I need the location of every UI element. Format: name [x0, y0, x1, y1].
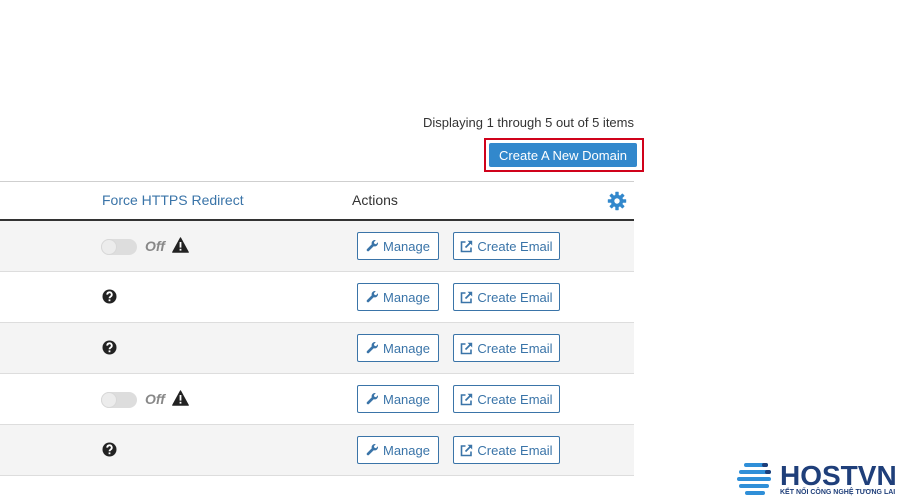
table-row: Off Manage Create Email: [0, 374, 634, 425]
manage-label: Manage: [383, 289, 430, 305]
manage-button[interactable]: Manage: [357, 385, 439, 413]
create-email-button[interactable]: Create Email: [453, 334, 560, 362]
globe-logo-icon: [737, 463, 771, 495]
table-row: Manage Create Email: [0, 323, 634, 374]
create-email-button[interactable]: Create Email: [453, 385, 560, 413]
create-email-label: Create Email: [477, 289, 553, 305]
question-circle-icon[interactable]: [102, 340, 117, 355]
wrench-icon: [366, 290, 378, 302]
wrench-icon: [366, 239, 378, 251]
https-redirect-toggle[interactable]: [101, 239, 137, 255]
table-row: Manage Create Email: [0, 425, 634, 476]
wrench-icon: [366, 341, 378, 353]
toggle-knob: [101, 392, 117, 408]
manage-button[interactable]: Manage: [357, 334, 439, 362]
create-domain-highlight: Create A New Domain: [484, 138, 644, 172]
manage-button[interactable]: Manage: [357, 436, 439, 464]
toggle-off-label: Off: [145, 238, 165, 254]
create-email-label: Create Email: [477, 391, 553, 407]
external-link-icon: [461, 444, 473, 456]
warning-icon[interactable]: [172, 237, 189, 253]
create-email-button[interactable]: Create Email: [453, 283, 560, 311]
external-link-icon: [461, 393, 473, 405]
create-email-label: Create Email: [477, 340, 553, 356]
hostvn-logo: HOSTVN KẾT NỐI CÔNG NGHỆ TƯƠNG LAI: [736, 460, 897, 498]
manage-label: Manage: [383, 340, 430, 356]
manage-label: Manage: [383, 391, 430, 407]
question-circle-icon[interactable]: [102, 442, 117, 457]
actions-column-header: Actions: [352, 192, 398, 208]
toggle-knob: [101, 239, 117, 255]
manage-button[interactable]: Manage: [357, 283, 439, 311]
create-new-domain-button[interactable]: Create A New Domain: [489, 143, 637, 167]
external-link-icon: [461, 342, 473, 354]
external-link-icon: [461, 291, 473, 303]
logo-brand-text: HOSTVN: [780, 460, 897, 491]
table-header: Force HTTPS Redirect Actions: [0, 182, 634, 221]
manage-button[interactable]: Manage: [357, 232, 439, 260]
gear-icon[interactable]: [607, 191, 627, 211]
manage-label: Manage: [383, 442, 430, 458]
wrench-icon: [366, 392, 378, 404]
warning-icon[interactable]: [172, 390, 189, 406]
wrench-icon: [366, 443, 378, 455]
https-redirect-toggle[interactable]: [101, 392, 137, 408]
manage-label: Manage: [383, 238, 430, 254]
external-link-icon: [461, 240, 473, 252]
domains-table: Force HTTPS Redirect Actions Off Manage …: [0, 181, 634, 476]
pagination-info: Displaying 1 through 5 out of 5 items: [422, 115, 634, 130]
table-row: Off Manage Create Email: [0, 221, 634, 272]
create-email-button[interactable]: Create Email: [453, 436, 560, 464]
create-email-label: Create Email: [477, 442, 553, 458]
logo-tagline: KẾT NỐI CÔNG NGHỆ TƯƠNG LAI: [780, 489, 896, 496]
create-email-label: Create Email: [477, 238, 553, 254]
table-row: Manage Create Email: [0, 272, 634, 323]
force-https-column-header[interactable]: Force HTTPS Redirect: [102, 192, 244, 208]
create-email-button[interactable]: Create Email: [453, 232, 560, 260]
question-circle-icon[interactable]: [102, 289, 117, 304]
toggle-off-label: Off: [145, 391, 165, 407]
